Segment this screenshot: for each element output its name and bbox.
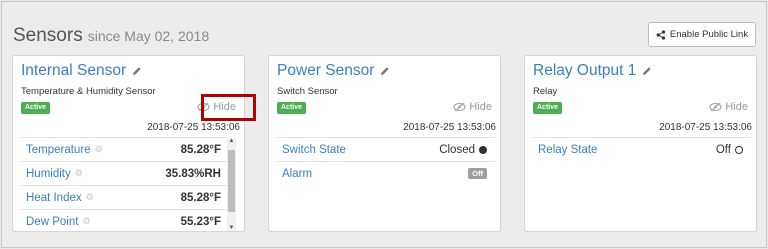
card-title-text[interactable]: Internal Sensor (21, 62, 126, 80)
reading-row: Dew Point ⚙ 55.23°F (21, 209, 227, 233)
reading-label[interactable]: Humidity ⚙ (26, 168, 83, 180)
card-title[interactable]: Internal Sensor (21, 62, 142, 80)
reading-list: Relay State Off (533, 137, 751, 161)
closed-dot-icon (479, 145, 487, 154)
reading-value: 85.28°F (180, 191, 221, 204)
app-frame: Sensors since May 02, 2018 Enable Public… (1, 1, 767, 248)
sensor-card-relay: Relay Output 1 Relay Active Hide 2018-07… (524, 55, 757, 232)
card-timestamp: 2018-07-25 13:53:06 (403, 122, 496, 133)
reading-row: Humidity ⚙ 35.83%RH (21, 161, 227, 185)
gear-icon[interactable]: ⚙ (82, 216, 90, 227)
pencil-icon[interactable] (380, 66, 390, 76)
hide-button[interactable]: Hide (709, 101, 748, 113)
scrollbar[interactable]: ▲ ▼ (227, 138, 236, 231)
hide-label: Hide (469, 101, 492, 113)
reading-label[interactable]: Temperature ⚙ (26, 144, 103, 156)
hide-button[interactable]: Hide (453, 101, 492, 113)
gear-icon[interactable]: ⚙ (95, 144, 103, 155)
card-subtitle: Relay (533, 86, 558, 97)
hide-highlight-box (201, 94, 256, 121)
reading-label[interactable]: Relay State (538, 144, 597, 156)
page-header: Sensors since May 02, 2018 (13, 25, 209, 51)
hide-label: Hide (725, 101, 748, 113)
switch-state-value: Closed (439, 144, 487, 156)
pencil-icon[interactable] (642, 66, 652, 76)
share-icon (656, 29, 666, 40)
scroll-down-arrow-icon[interactable]: ▼ (227, 225, 236, 231)
scroll-up-arrow-icon[interactable]: ▲ (227, 138, 236, 144)
pencil-icon[interactable] (132, 66, 142, 76)
eye-slash-icon (709, 102, 722, 112)
relay-state-value: Off (716, 144, 743, 156)
card-title-text[interactable]: Relay Output 1 (533, 62, 636, 80)
alarm-toggle[interactable]: Off (468, 168, 487, 179)
scrollbar-thumb[interactable] (228, 150, 235, 212)
reading-label[interactable]: Dew Point ⚙ (26, 216, 91, 228)
reading-row: Alarm Off (277, 161, 495, 185)
card-title[interactable]: Relay Output 1 (533, 62, 652, 80)
reading-row: Switch State Closed (277, 137, 495, 161)
eye-slash-icon (453, 102, 466, 112)
gear-icon[interactable]: ⚙ (86, 192, 94, 203)
reading-label[interactable]: Heat Index ⚙ (26, 192, 94, 204)
reading-list: Switch State Closed Alarm Off (277, 137, 495, 185)
card-title-text[interactable]: Power Sensor (277, 62, 374, 80)
status-badge: Active (21, 102, 51, 114)
card-subtitle: Switch Sensor (277, 86, 338, 97)
card-subtitle: Temperature & Humidity Sensor (21, 86, 156, 97)
sensor-card-power: Power Sensor Switch Sensor Active Hide 2… (268, 55, 501, 232)
status-badge: Active (277, 102, 307, 114)
reading-row: Relay State Off (533, 137, 751, 161)
status-badge: Active (533, 102, 563, 114)
reading-label[interactable]: Switch State (282, 144, 346, 156)
reading-row: Temperature ⚙ 85.28°F (21, 137, 227, 161)
reading-value: 85.28°F (180, 143, 221, 156)
page-title: Sensors (13, 25, 83, 46)
sensor-card-internal: Internal Sensor Temperature & Humidity S… (12, 55, 256, 233)
enable-public-link-button[interactable]: Enable Public Link (648, 22, 756, 47)
gear-icon[interactable]: ⚙ (75, 168, 83, 179)
reading-row: Heat Index ⚙ 85.28°F (21, 185, 227, 209)
enable-public-link-label: Enable Public Link (669, 29, 749, 40)
card-timestamp: 2018-07-25 13:53:06 (659, 122, 752, 133)
reading-list: Temperature ⚙ 85.28°F Humidity ⚙ 35.83%RH … (21, 137, 227, 233)
reading-label[interactable]: Alarm (282, 168, 312, 180)
since-date: since May 02, 2018 (87, 28, 210, 44)
open-circle-icon (735, 145, 743, 154)
reading-value: 35.83%RH (165, 167, 221, 180)
reading-value: 55.23°F (180, 215, 221, 228)
card-title[interactable]: Power Sensor (277, 62, 390, 80)
card-timestamp: 2018-07-25 13:53:06 (147, 122, 240, 133)
